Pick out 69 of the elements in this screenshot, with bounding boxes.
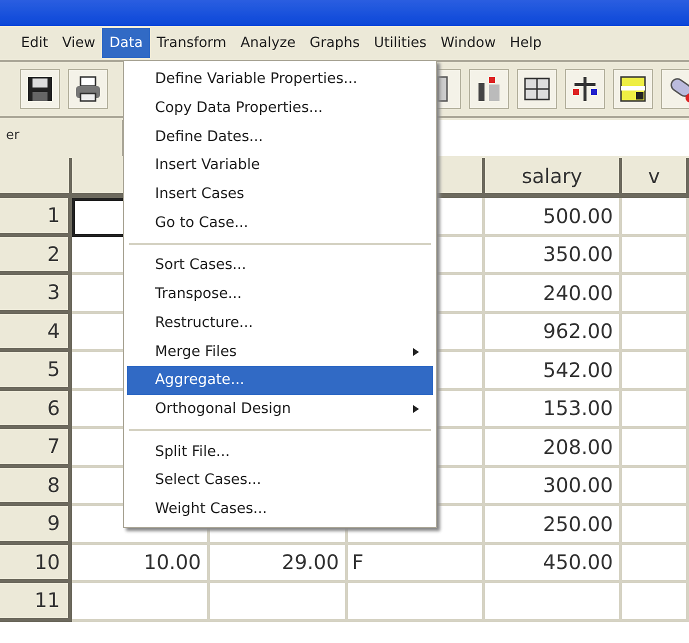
- table-cell: 962.00: [485, 314, 622, 352]
- menu-option[interactable]: Split File...: [127, 437, 433, 466]
- menu-option[interactable]: Copy Data Properties...: [127, 94, 433, 122]
- menu-option[interactable]: Restructure...: [127, 308, 433, 338]
- table-cell: 300.00: [485, 468, 622, 506]
- pill-icon[interactable]: [661, 69, 689, 109]
- menu-option[interactable]: Weight Cases...: [127, 494, 433, 524]
- table-cell: 542.00: [485, 352, 622, 390]
- row-number[interactable]: 3: [0, 275, 72, 314]
- table-cell: [622, 352, 689, 390]
- columns-icon[interactable]: [469, 69, 509, 109]
- menu-option[interactable]: Sort Cases...: [127, 251, 433, 280]
- menu-option[interactable]: Insert Cases: [127, 180, 433, 208]
- row-number[interactable]: 10: [0, 544, 72, 583]
- menu-option[interactable]: Insert Variable: [127, 151, 433, 180]
- menu-item[interactable]: Edit: [14, 28, 56, 58]
- menu-item[interactable]: Window: [434, 28, 503, 58]
- printer-icon[interactable]: [68, 69, 108, 109]
- table-cell: 10.00: [72, 544, 210, 583]
- menu-item[interactable]: Graphs: [302, 28, 367, 58]
- table-cell: [622, 275, 689, 314]
- table-cell: [622, 390, 689, 429]
- table-cell: [622, 544, 689, 583]
- menu-item[interactable]: Utilities: [366, 28, 434, 58]
- row-number[interactable]: 2: [0, 236, 72, 275]
- menu-option[interactable]: Merge Files: [127, 337, 433, 366]
- table-cell: 350.00: [485, 236, 622, 275]
- row-number[interactable]: 9: [0, 506, 72, 544]
- row-number[interactable]: 6: [0, 390, 72, 429]
- table-cell: 250.00: [485, 506, 622, 544]
- menu-option[interactable]: Transpose...: [127, 280, 433, 308]
- table-cell: [622, 506, 689, 544]
- row-number[interactable]: 11: [0, 583, 72, 622]
- menu-item[interactable]: Transform: [150, 28, 234, 58]
- table-cell: 153.00: [485, 390, 622, 429]
- menu-option[interactable]: Orthogonal Design: [127, 394, 433, 424]
- value-labels-icon[interactable]: [613, 69, 653, 109]
- table-cell: 29.00: [210, 544, 348, 583]
- table-cell: 240.00: [485, 275, 622, 314]
- menu-option[interactable]: Define Variable Properties...: [127, 65, 433, 94]
- table-cell: 500.00: [485, 198, 622, 236]
- row-number[interactable]: 7: [0, 429, 72, 468]
- column-header[interactable]: v: [622, 158, 689, 198]
- column-header[interactable]: salary: [485, 158, 622, 198]
- row-number[interactable]: 1: [0, 198, 72, 236]
- save-icon[interactable]: [20, 69, 60, 109]
- table-cell: [622, 236, 689, 275]
- row-number[interactable]: 8: [0, 468, 72, 506]
- menu-option[interactable]: Define Dates...: [127, 122, 433, 152]
- cell-reference: er: [5, 127, 20, 145]
- menu-item[interactable]: Help: [502, 28, 549, 58]
- table-cell: 208.00: [485, 429, 622, 468]
- menu-item[interactable]: Analyze: [233, 28, 303, 58]
- table-cell: [622, 198, 689, 236]
- menu-option[interactable]: Go to Case...: [127, 208, 433, 238]
- table-cell: [622, 468, 689, 506]
- table-icon[interactable]: [517, 69, 557, 109]
- table-cell: [622, 314, 689, 352]
- table-cell: [622, 583, 689, 622]
- row-number[interactable]: 4: [0, 314, 72, 352]
- menu-item[interactable]: View: [55, 28, 102, 58]
- menu-option[interactable]: Select Cases...: [127, 466, 433, 495]
- scale-icon[interactable]: [565, 69, 605, 109]
- table-cell: 450.00: [485, 544, 622, 583]
- table-cell: [622, 429, 689, 468]
- menu-option[interactable]: Aggregate...: [127, 366, 433, 395]
- table-cell: F: [348, 544, 485, 583]
- menu-item[interactable]: Data: [102, 28, 150, 58]
- row-number[interactable]: 5: [0, 352, 72, 390]
